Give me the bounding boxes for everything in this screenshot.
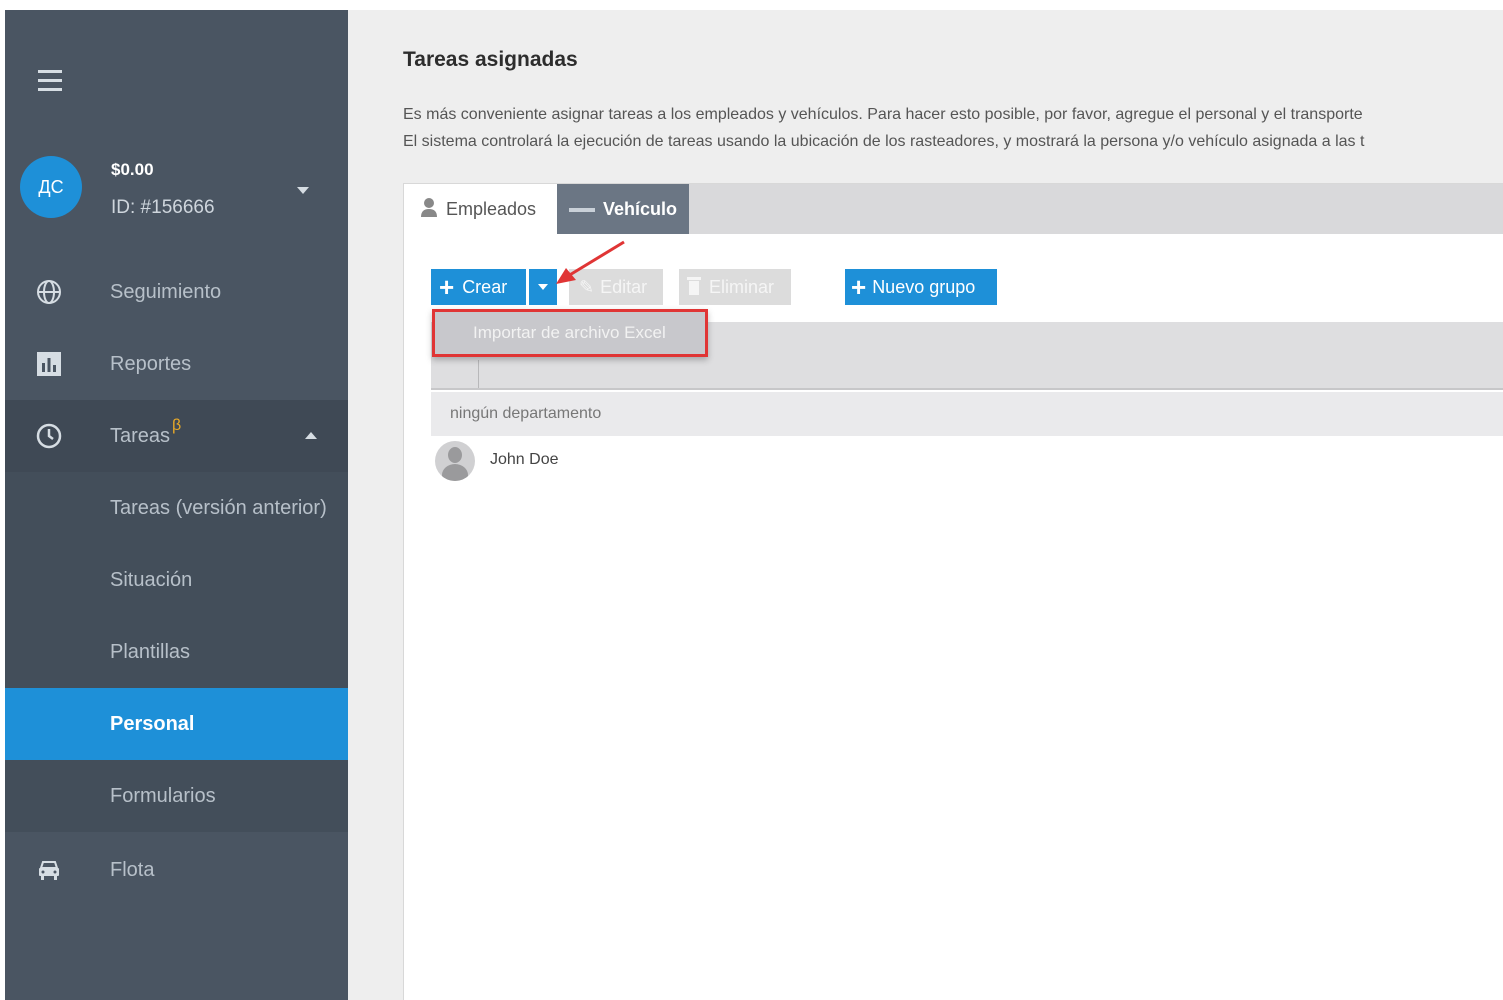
annotation-arrow-icon <box>556 240 625 284</box>
